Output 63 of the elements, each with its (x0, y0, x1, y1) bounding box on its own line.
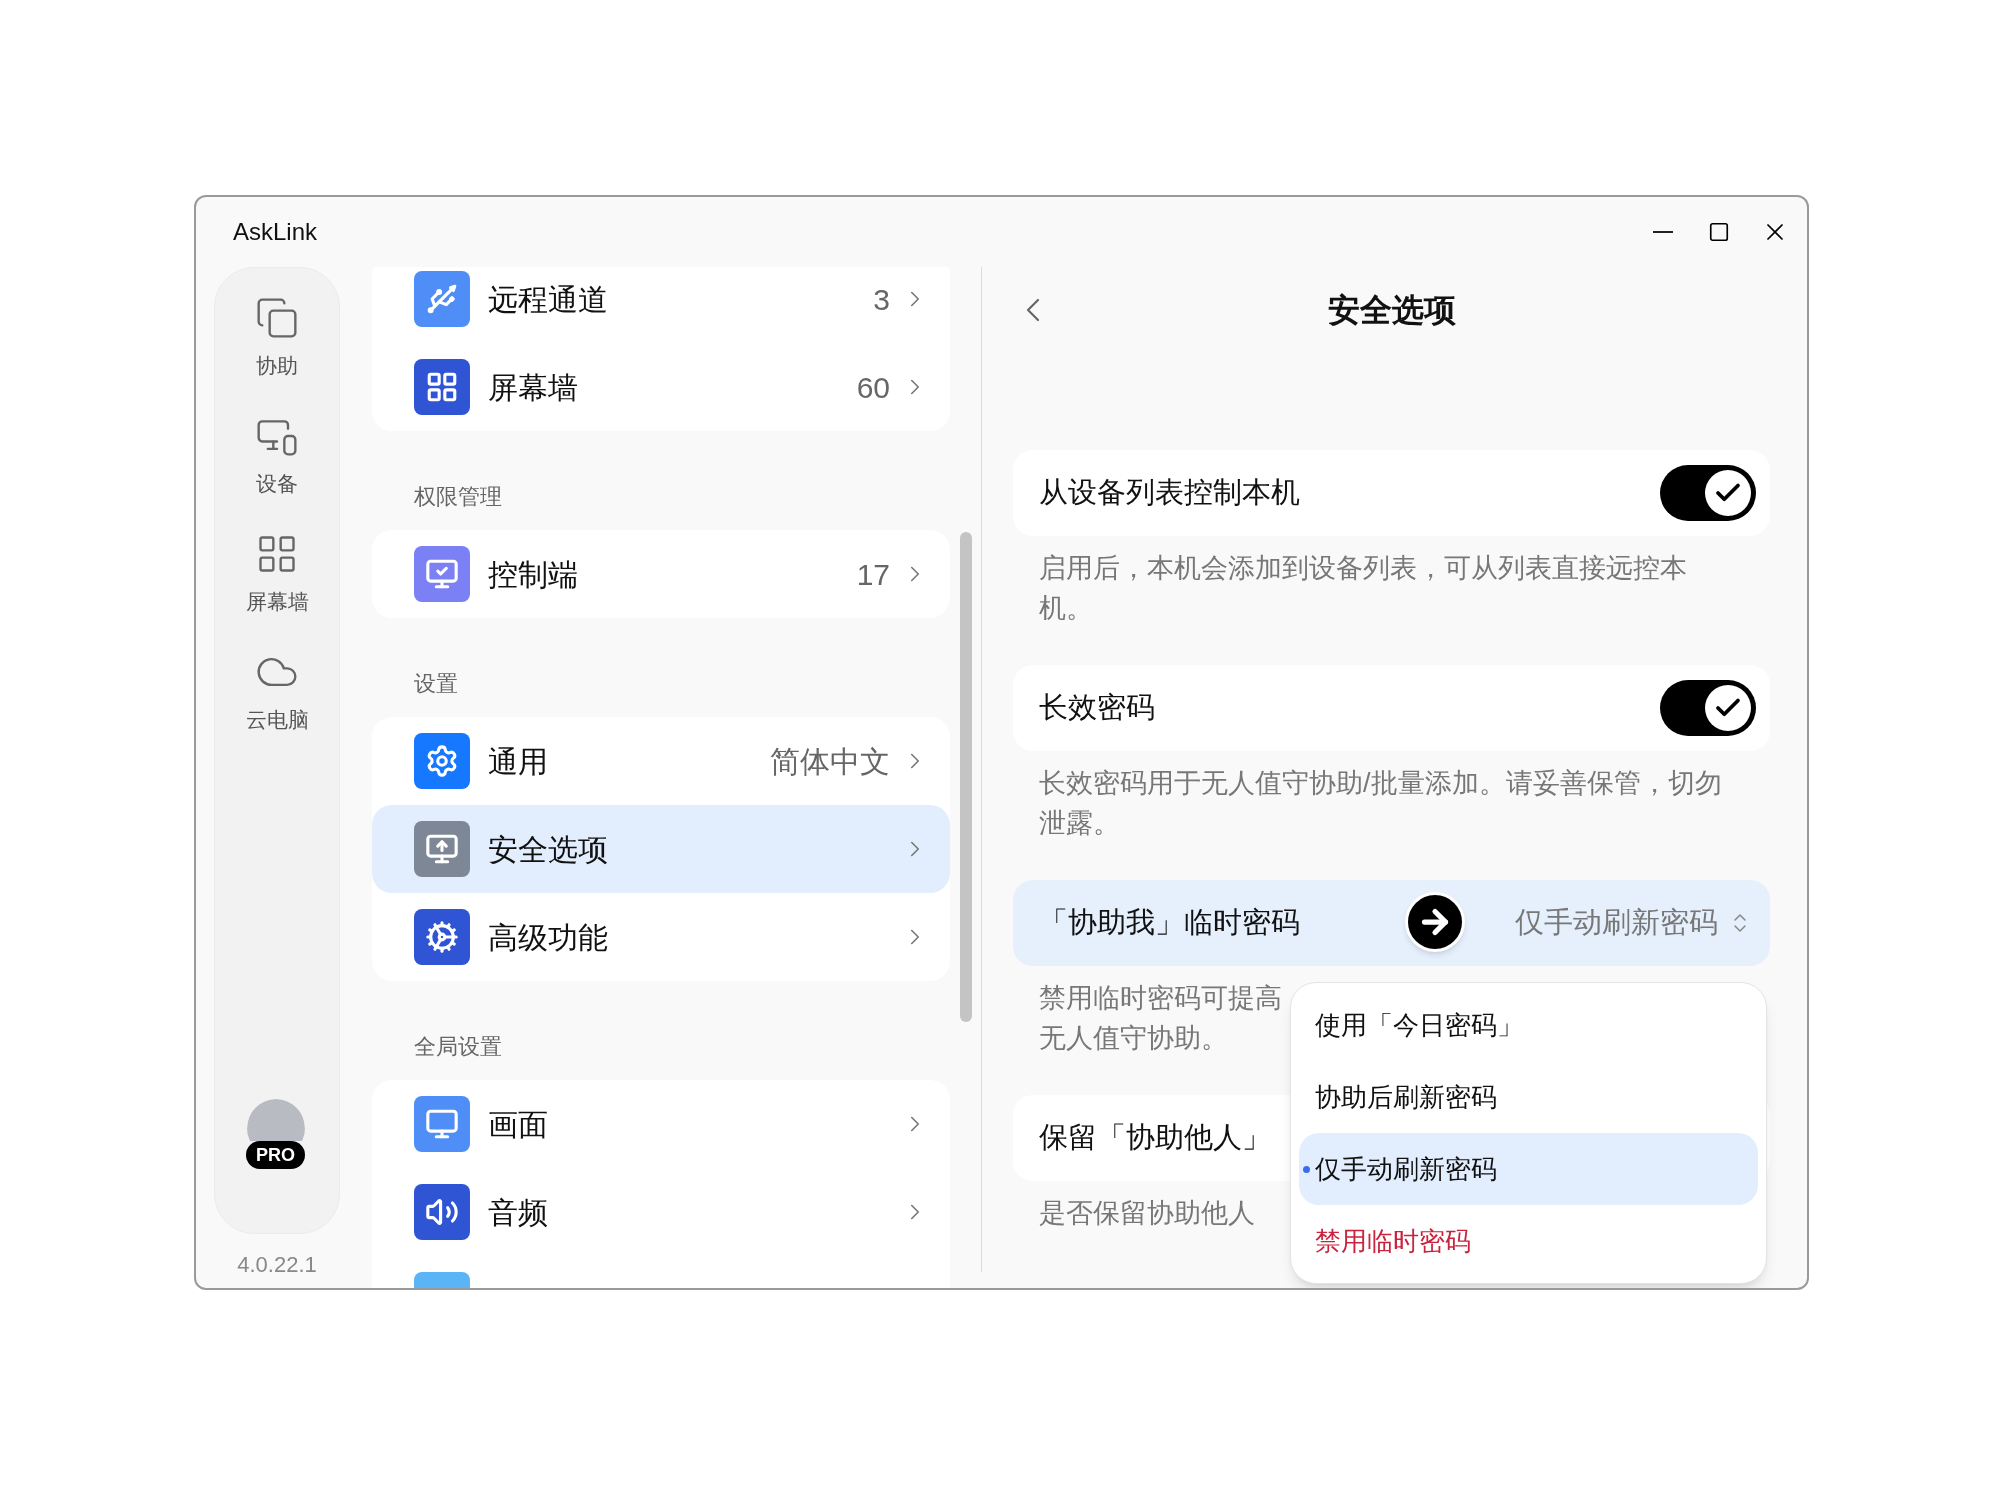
item-icon (414, 1184, 470, 1240)
settings-list-item[interactable]: 屏幕墙 60 (372, 343, 950, 431)
pro-badge: PRO (246, 1141, 305, 1169)
item-value: 简体中文 (770, 743, 890, 780)
item-label: 控制端 (488, 556, 578, 593)
option-label: 协助后刷新密码 (1315, 1080, 1497, 1114)
select-field[interactable]: 仅手动刷新密码 (1515, 901, 1756, 945)
setting-description: 长效密码用于无人值守协助/批量添加。请妥善保管，切勿泄露。 (1039, 767, 1723, 840)
item-label: 高级功能 (488, 919, 608, 956)
minimize-icon (1653, 231, 1673, 233)
nav-label[interactable]: 协助 (256, 350, 298, 382)
item-value: 17 (856, 556, 890, 593)
item-label: 安全选项 (488, 831, 608, 868)
dropdown-option[interactable]: 禁用临时密码 (1299, 1205, 1758, 1277)
option-label: 禁用临时密码 (1315, 1224, 1471, 1258)
item-icon (414, 546, 470, 602)
setting-description: 启用后，本机会添加到设备列表，可从列表直接远控本机。 (1039, 552, 1688, 625)
item-label: 远程通道 (488, 281, 608, 318)
settings-list-item[interactable]: 安全选项 (372, 805, 950, 893)
nav-label[interactable]: 屏幕墙 (245, 586, 309, 618)
settings-list-item[interactable]: 高级功能 (372, 893, 950, 981)
version-label: 4.0.22.1 (237, 1251, 317, 1279)
toggle-switch[interactable] (1660, 680, 1756, 736)
toggle-switch[interactable] (1660, 465, 1756, 521)
setting-label: 长效密码 (1039, 690, 1155, 726)
setting-description: 无人值守协助。 (1039, 1022, 1228, 1055)
settings-list-item[interactable]: 通用 简体中文 (372, 717, 950, 805)
item-label: 音频 (488, 1194, 548, 1231)
item-label: 通用 (488, 743, 548, 780)
settings-list-item[interactable]: 控制端 17 (372, 530, 950, 618)
maximize-icon (1708, 221, 1730, 243)
item-icon (414, 359, 470, 415)
item-value: 60 (856, 369, 890, 406)
dropdown-option[interactable]: 使用「今日密码」 (1299, 989, 1758, 1061)
section-heading: 权限管理 (414, 484, 502, 509)
setting-label: 「协助我」临时密码 (1039, 905, 1300, 941)
item-value: 3 (873, 281, 890, 318)
section-heading: 全局设置 (414, 1034, 502, 1059)
setting-description: 是否保留协助他人 (1039, 1197, 1255, 1230)
settings-list-item[interactable]: 音频 (372, 1168, 950, 1256)
setting-label: 从设备列表控制本机 (1039, 475, 1300, 511)
option-label: 使用「今日密码」 (1315, 1008, 1523, 1042)
window-title: AskLink (233, 217, 318, 247)
panel-title: 安全选项 (1327, 290, 1456, 330)
setting-label: 保留「协助他人」 (1039, 1120, 1271, 1156)
dropdown-option[interactable]: 协助后刷新密码 (1299, 1061, 1758, 1133)
option-label: 仅手动刷新密码 (1315, 1152, 1497, 1186)
settings-list-item[interactable]: 远程通道 3 (372, 267, 950, 343)
item-label: 画面 (488, 1106, 548, 1143)
nav-label[interactable]: 设备 (256, 468, 298, 500)
nav-icon[interactable] (255, 296, 299, 340)
item-icon (414, 733, 470, 789)
section-heading: 设置 (414, 671, 458, 696)
settings-list-item[interactable]: 画面 (372, 1080, 950, 1168)
item-label: 屏幕墙 (488, 369, 578, 406)
item-icon (414, 821, 470, 877)
item-icon (414, 1096, 470, 1152)
item-icon (414, 271, 470, 327)
item-icon (414, 909, 470, 965)
setting-description: 禁用临时密码可提高 (1039, 982, 1282, 1015)
dropdown-option[interactable]: 仅手动刷新密码 (1299, 1133, 1758, 1205)
scrollbar[interactable] (960, 532, 972, 1022)
nav-label[interactable]: 云电脑 (245, 704, 309, 736)
